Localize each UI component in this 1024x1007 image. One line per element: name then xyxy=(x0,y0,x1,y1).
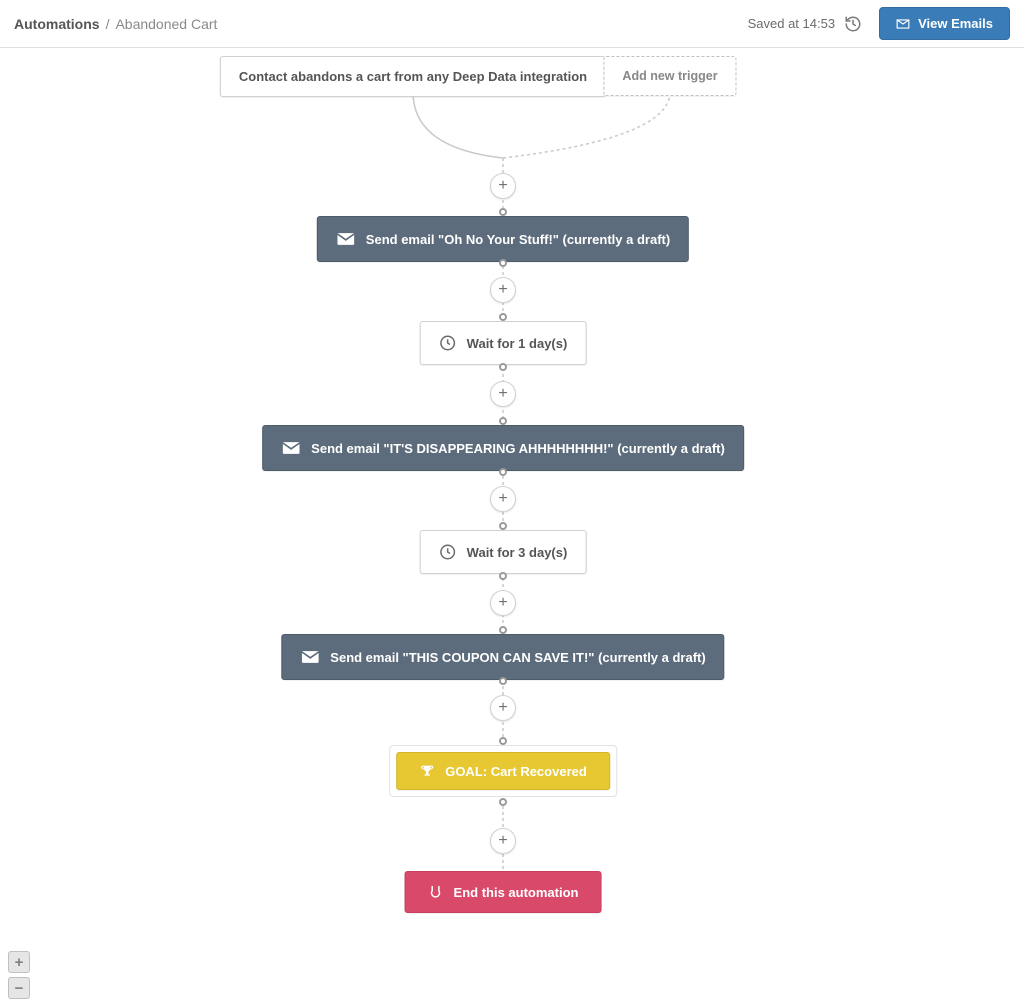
add-step-button[interactable]: + xyxy=(490,486,516,512)
envelope-icon xyxy=(896,17,910,31)
connector-dot xyxy=(499,417,507,425)
send-email-step-1[interactable]: Send email "Oh No Your Stuff!" (currentl… xyxy=(317,216,689,262)
step-label: Send email "THIS COUPON CAN SAVE IT!" (c… xyxy=(330,650,705,665)
connector-dot xyxy=(499,208,507,216)
view-emails-label: View Emails xyxy=(918,16,993,31)
add-trigger-button[interactable]: Add new trigger xyxy=(603,56,736,96)
add-step-button[interactable]: + xyxy=(490,590,516,616)
add-step-button[interactable]: + xyxy=(490,828,516,854)
step-label: End this automation xyxy=(454,885,579,900)
saved-status: Saved at 14:53 xyxy=(748,14,863,34)
breadcrumb: Automations / Abandoned Cart xyxy=(14,16,217,32)
connector-dot xyxy=(499,626,507,634)
send-email-step-2[interactable]: Send email "IT'S DISAPPEARING AHHHHHHHH!… xyxy=(262,425,744,471)
step-label: Send email "IT'S DISAPPEARING AHHHHHHHH!… xyxy=(311,441,725,456)
zoom-in-button[interactable]: + xyxy=(8,951,30,973)
trigger-label: Contact abandons a cart from any Deep Da… xyxy=(239,69,587,84)
add-step-button[interactable]: + xyxy=(490,695,516,721)
connector-dot xyxy=(499,798,507,806)
automation-canvas[interactable]: Contact abandons a cart from any Deep Da… xyxy=(0,48,1024,1007)
connector-dot xyxy=(499,363,507,371)
connector-dot xyxy=(499,737,507,745)
zoom-out-button[interactable]: − xyxy=(8,977,30,999)
end-icon xyxy=(428,884,444,900)
zoom-controls: + − xyxy=(8,951,30,999)
step-label: Wait for 1 day(s) xyxy=(467,336,568,351)
clock-icon xyxy=(439,334,457,352)
breadcrumb-separator: / xyxy=(106,16,110,32)
envelope-icon xyxy=(300,647,320,667)
step-label: Send email "Oh No Your Stuff!" (currentl… xyxy=(366,232,670,247)
breadcrumb-current: Abandoned Cart xyxy=(115,16,217,32)
header-bar: Automations / Abandoned Cart Saved at 14… xyxy=(0,0,1024,48)
clock-icon xyxy=(439,543,457,561)
connector-dot xyxy=(499,313,507,321)
trigger-node[interactable]: Contact abandons a cart from any Deep Da… xyxy=(220,56,606,97)
envelope-icon xyxy=(281,438,301,458)
view-emails-button[interactable]: View Emails xyxy=(879,7,1010,40)
connector-dot xyxy=(499,468,507,476)
step-label: GOAL: Cart Recovered xyxy=(445,764,587,779)
add-step-button[interactable]: + xyxy=(490,277,516,303)
goal-step-container[interactable]: GOAL: Cart Recovered xyxy=(389,745,617,797)
history-icon[interactable] xyxy=(843,14,863,34)
step-label: Wait for 3 day(s) xyxy=(467,545,568,560)
connector-dot xyxy=(499,259,507,267)
add-step-button[interactable]: + xyxy=(490,173,516,199)
connector-dot xyxy=(499,522,507,530)
send-email-step-3[interactable]: Send email "THIS COUPON CAN SAVE IT!" (c… xyxy=(281,634,724,680)
connector-dot xyxy=(499,677,507,685)
breadcrumb-root[interactable]: Automations xyxy=(14,16,100,32)
connector-dot xyxy=(499,572,507,580)
saved-text: Saved at 14:53 xyxy=(748,16,835,31)
envelope-icon xyxy=(336,229,356,249)
add-step-button[interactable]: + xyxy=(490,381,516,407)
trophy-icon xyxy=(419,763,435,779)
end-automation-step[interactable]: End this automation xyxy=(405,871,602,913)
wait-step-2[interactable]: Wait for 3 day(s) xyxy=(420,530,587,574)
goal-step[interactable]: GOAL: Cart Recovered xyxy=(396,752,610,790)
add-trigger-label: Add new trigger xyxy=(622,69,717,83)
wait-step-1[interactable]: Wait for 1 day(s) xyxy=(420,321,587,365)
